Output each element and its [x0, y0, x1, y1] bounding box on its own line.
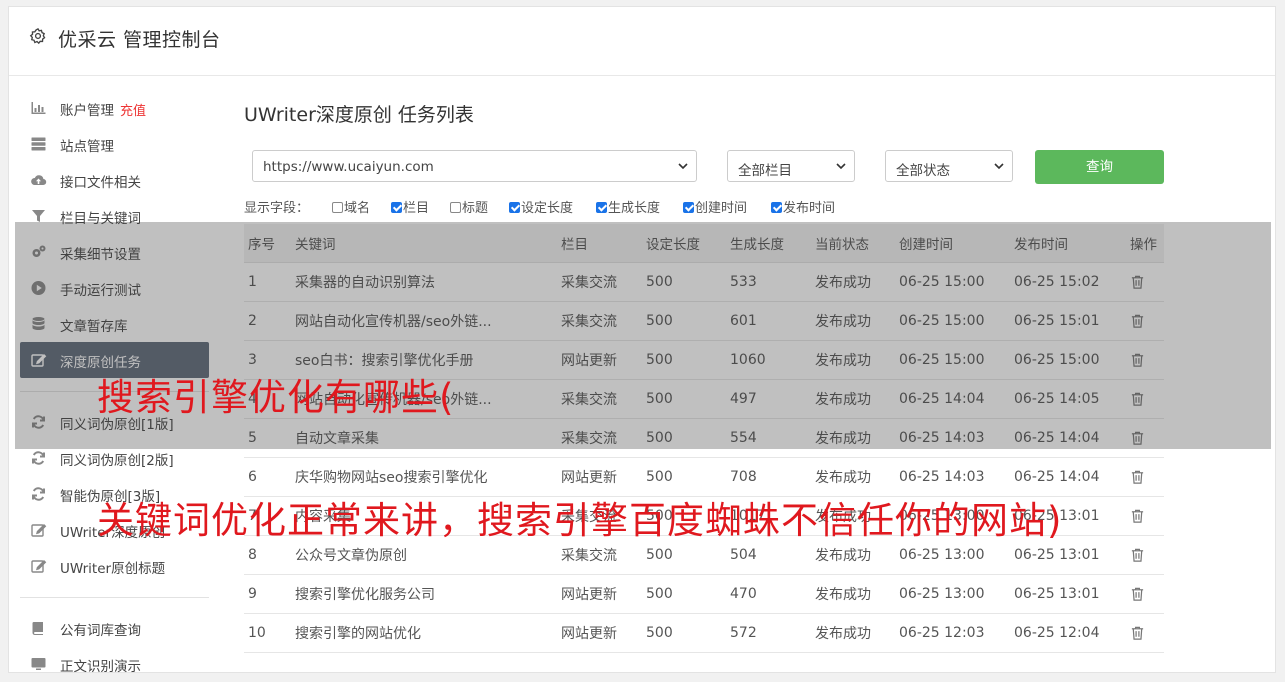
table-cell: 06-25 12:04: [1010, 613, 1126, 653]
trash-icon[interactable]: [1130, 508, 1145, 524]
cloud-upload-icon: [31, 175, 47, 186]
table-cell: 搜索引擎的网站优化: [291, 613, 557, 653]
refresh-icon: [32, 451, 45, 465]
actions-cell: [1126, 457, 1164, 497]
overlay-subline: 关键词优化正常来讲，搜索引擎百度蜘蛛不信任你的网站): [97, 499, 1063, 542]
chevron-down-icon: [678, 163, 688, 170]
sidebar-divider: [20, 597, 209, 598]
actions-cell: [1126, 496, 1164, 536]
sidebar-item-uwriter-title[interactable]: UWriter原创标题: [20, 548, 209, 584]
overlay-headline: 搜索引擎优化有哪些(: [97, 376, 455, 419]
actions-cell: [1126, 574, 1164, 614]
sidebar-item-label: 公有词库查询: [60, 623, 141, 639]
edit-icon: [31, 560, 47, 573]
sidebar-item-label: 接口文件相关: [60, 175, 141, 191]
recharge-link[interactable]: 充值: [120, 104, 146, 119]
table-cell: 500: [642, 574, 726, 614]
monitor-icon: [31, 658, 46, 670]
table-cell: 500: [642, 613, 726, 653]
field-checkbox-gen-length[interactable]: 生成长度: [596, 197, 660, 216]
server-icon: [31, 137, 46, 151]
sidebar-item-sites[interactable]: 站点管理: [20, 126, 209, 162]
field-checkbox-created[interactable]: 创建时间: [683, 197, 747, 216]
table-row: 9 搜索引擎优化服务公司 网站更新 500 470 发布成功 06-25 13:00 06-2…: [244, 574, 1164, 614]
query-button[interactable]: 查询: [1035, 150, 1164, 184]
table-cell: 572: [726, 613, 811, 653]
table-cell: 06-25 12:03: [895, 613, 1010, 653]
table-cell: 470: [726, 574, 811, 614]
sidebar-item-public-lexicon[interactable]: 公有词库查询: [20, 610, 209, 646]
refresh-icon: [32, 487, 45, 501]
sidebar-item-label: 账户管理: [60, 103, 114, 119]
table-cell: 10: [244, 613, 291, 653]
table-cell: 9: [244, 574, 291, 614]
trash-icon[interactable]: [1130, 586, 1145, 602]
console-title: 优采云 管理控制台: [58, 29, 221, 51]
page-title: UWriter深度原创 任务列表: [244, 104, 474, 126]
trash-icon[interactable]: [1130, 469, 1145, 485]
sidebar-item-label: 站点管理: [60, 139, 114, 155]
status-select[interactable]: 全部状态: [885, 150, 1013, 182]
table-row: 10 搜索引擎的网站优化 网站更新 500 572 发布成功 06-25 12:03 06-2…: [244, 613, 1164, 653]
table-cell: 网站更新: [557, 574, 642, 614]
trash-icon[interactable]: [1130, 547, 1145, 563]
bar-chart-icon: [31, 102, 46, 114]
table-cell: 网站更新: [557, 613, 642, 653]
chevron-down-icon: [994, 163, 1004, 170]
column-select[interactable]: 全部栏目: [727, 150, 855, 182]
sidebar-item-interface-files[interactable]: 接口文件相关: [20, 162, 209, 198]
field-checkbox-set-length[interactable]: 设定长度: [509, 197, 573, 216]
display-fields: 显示字段： 域名 栏目 标题 设定长度 生成长度 创建时间 发布时间: [244, 196, 1174, 216]
table-cell: 06-25 13:00: [895, 574, 1010, 614]
actions-cell: [1126, 613, 1164, 653]
display-fields-label: 显示字段：: [244, 201, 310, 216]
site-select[interactable]: https://www.ucaiyun.com: [252, 150, 697, 182]
table-cell: 06-25 13:01: [1010, 574, 1126, 614]
actions-cell: [1126, 535, 1164, 575]
sidebar-item-account[interactable]: 账户管理 充值: [20, 90, 209, 126]
field-checkbox-column[interactable]: 栏目: [391, 197, 429, 216]
book-icon: [32, 622, 43, 635]
field-checkbox-domain[interactable]: 域名: [332, 197, 370, 216]
sidebar-item-text-recognition[interactable]: 正文识别演示: [20, 646, 209, 682]
chevron-down-icon: [836, 163, 846, 170]
field-checkbox-published[interactable]: 发布时间: [771, 197, 835, 216]
sidebar-item-label: 同义词伪原创[2版]: [60, 453, 174, 469]
status-cell: 发布成功: [811, 574, 895, 614]
sidebar-item-label: 正文识别演示: [60, 659, 141, 675]
field-checkbox-title[interactable]: 标题: [450, 197, 488, 216]
trash-icon[interactable]: [1130, 625, 1145, 641]
edit-icon: [31, 524, 47, 537]
top-bar: 优采云 管理控制台: [9, 7, 1275, 76]
sidebar-item-label: UWriter原创标题: [60, 561, 166, 577]
gear-icon: [29, 27, 46, 45]
table-cell: 搜索引擎优化服务公司: [291, 574, 557, 614]
status-cell: 发布成功: [811, 613, 895, 653]
